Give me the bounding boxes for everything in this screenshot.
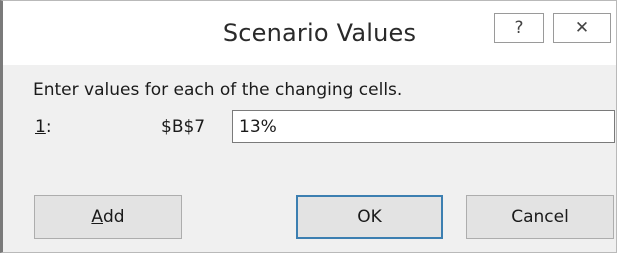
help-button[interactable]: ? <box>494 13 544 43</box>
row-index-suffix: : <box>45 117 52 137</box>
add-button[interactable]: Add <box>34 195 182 239</box>
cancel-button[interactable]: Cancel <box>466 195 614 239</box>
title-bar: Scenario Values ? ✕ <box>3 1 616 65</box>
changing-cell-value-input[interactable] <box>232 110 615 143</box>
changing-cell-index-label: 1: <box>35 117 52 137</box>
close-button[interactable]: ✕ <box>553 13 611 43</box>
close-icon: ✕ <box>574 18 590 38</box>
help-icon: ? <box>514 18 524 38</box>
instructions-text: Enter values for each of the changing ce… <box>33 80 403 100</box>
add-label-rest: dd <box>103 207 125 227</box>
ok-button[interactable]: OK <box>296 195 443 239</box>
add-accelerator: A <box>91 207 104 227</box>
scenario-values-dialog: Scenario Values ? ✕ Enter values for eac… <box>0 0 617 253</box>
dialog-body: Enter values for each of the changing ce… <box>3 65 616 252</box>
changing-cell-reference: $B$7 <box>161 117 206 137</box>
row-index: 1 <box>35 117 46 137</box>
